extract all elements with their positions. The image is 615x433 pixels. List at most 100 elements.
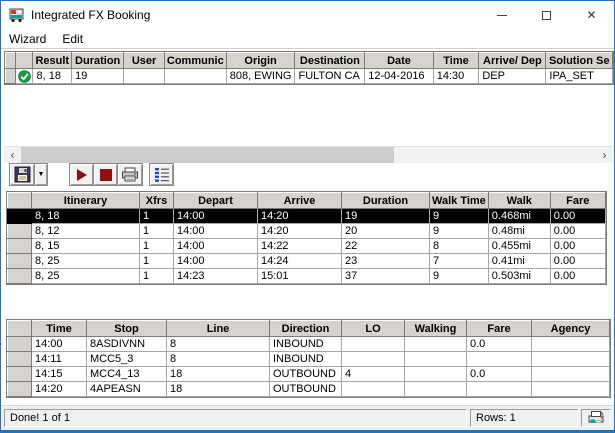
itinerary-row-selected[interactable]: 8, 18 1 14:00 14:20 19 9 0.468mi 0.00	[7, 208, 606, 224]
cell[interactable]	[341, 336, 405, 352]
col-xfrs[interactable]: Xfrs	[139, 192, 174, 209]
solution-row[interactable]: 8, 18 19 808, EWING FULTON CA 12-04-2016…	[5, 68, 613, 84]
cell[interactable]: FULTON CA	[294, 68, 366, 84]
status-col-header[interactable]	[14, 52, 34, 69]
row-selector[interactable]	[7, 268, 32, 284]
run-button[interactable]	[69, 163, 94, 186]
cell[interactable]: 0.00	[549, 208, 606, 224]
print-button[interactable]	[117, 163, 143, 186]
col-walking[interactable]: Walking	[404, 320, 467, 337]
menu-wizard[interactable]: Wizard	[9, 32, 46, 46]
save-button[interactable]	[9, 163, 35, 186]
cell[interactable]: 1	[139, 268, 174, 284]
itinerary-row[interactable]: 8, 25 1 14:00 14:24 23 7 0.41mi 0.00	[7, 253, 606, 269]
cell[interactable]	[341, 381, 405, 397]
cell[interactable]: 8	[429, 238, 489, 254]
cell[interactable]: 808, EWING	[225, 68, 296, 84]
cell[interactable]: 19	[71, 68, 125, 84]
col-arrive[interactable]: Arrive	[257, 192, 342, 209]
cell[interactable]: 14:00	[173, 208, 258, 224]
cell[interactable]: 8, 25	[31, 253, 140, 269]
menu-edit[interactable]: Edit	[62, 32, 83, 46]
cell[interactable]: 8	[166, 351, 270, 367]
cell[interactable]: 0.00	[549, 223, 606, 239]
row-selector-header[interactable]	[5, 52, 16, 69]
cell[interactable]: MCC4_13	[86, 366, 167, 382]
col-agency[interactable]: Agency	[531, 320, 610, 337]
scrollbar-thumb[interactable]	[21, 147, 394, 163]
cell[interactable]: 37	[341, 268, 430, 284]
row-selector[interactable]	[7, 336, 32, 352]
cell[interactable]: 14:15	[31, 366, 87, 382]
cell[interactable]: MCC5_3	[86, 351, 167, 367]
cell[interactable]: 14:20	[31, 381, 87, 397]
col-communic[interactable]: Communic	[163, 52, 227, 69]
cell[interactable]: 1	[139, 208, 174, 224]
cell[interactable]	[404, 336, 467, 352]
stop-row[interactable]: 14:11 MCC5_3 8 INBOUND	[7, 351, 610, 367]
col-stop[interactable]: Stop	[86, 320, 167, 337]
cell[interactable]: 14:00	[173, 238, 258, 254]
cell[interactable]	[531, 366, 610, 382]
col-date[interactable]: Date	[364, 52, 434, 69]
col-direction[interactable]: Direction	[269, 320, 342, 337]
row-selector[interactable]	[7, 366, 32, 382]
col-itinerary[interactable]: Itinerary	[31, 192, 140, 209]
scroll-left-arrow-icon[interactable]: ‹	[4, 147, 21, 163]
cell[interactable]: 8ASDIVNN	[86, 336, 167, 352]
cell[interactable]: OUTBOUND	[269, 381, 342, 397]
cell[interactable]: 1	[139, 223, 174, 239]
row-selector-header[interactable]	[7, 192, 32, 209]
cell[interactable]	[404, 366, 467, 382]
cell[interactable]: 19	[341, 208, 430, 224]
cell[interactable]: 14:22	[257, 238, 342, 254]
cell[interactable]: DEP	[478, 68, 547, 84]
cell[interactable]: 14:23	[173, 268, 258, 284]
stop-row[interactable]: 14:15 MCC4_13 18 OUTBOUND 4 0.0	[7, 366, 610, 382]
cell[interactable]: 0.0	[466, 336, 532, 352]
col-walk-time[interactable]: Walk Time	[429, 192, 489, 209]
cell[interactable]	[123, 68, 165, 84]
row-selector[interactable]	[7, 223, 32, 239]
itinerary-row[interactable]: 8, 15 1 14:00 14:22 22 8 0.455mi 0.00	[7, 238, 606, 254]
row-selector[interactable]	[7, 238, 32, 254]
row-selector[interactable]	[7, 351, 32, 367]
col-arrive-dep[interactable]: Arrive/ Dep	[478, 52, 547, 69]
col-destination[interactable]: Destination	[294, 52, 366, 69]
minimize-button[interactable]	[479, 1, 524, 29]
cell[interactable]	[466, 351, 532, 367]
cell[interactable]: 8	[166, 336, 270, 352]
stop-row[interactable]: 14:20 4APEASN 18 OUTBOUND	[7, 381, 610, 397]
col-duration[interactable]: Duration	[341, 192, 430, 209]
cell[interactable]: 0.00	[549, 268, 606, 284]
horizontal-scrollbar[interactable]: ‹ ›	[4, 146, 613, 163]
col-walk[interactable]: Walk	[487, 192, 551, 209]
row-selector[interactable]	[7, 253, 32, 269]
col-lo[interactable]: LO	[341, 320, 405, 337]
cell[interactable]: INBOUND	[269, 336, 342, 352]
cell[interactable]: INBOUND	[269, 351, 342, 367]
cell[interactable]: 0.00	[549, 253, 606, 269]
cell[interactable]: 14:00	[173, 223, 258, 239]
cell[interactable]: 8, 15	[31, 238, 140, 254]
itinerary-row[interactable]: 8, 12 1 14:00 14:20 20 9 0.48mi 0.00	[7, 223, 606, 239]
col-user[interactable]: User	[123, 52, 165, 69]
cell[interactable]: 12-04-2016	[364, 68, 434, 84]
maximize-button[interactable]	[524, 1, 569, 29]
close-button[interactable]: ✕	[569, 1, 614, 29]
row-selector[interactable]	[7, 208, 32, 224]
cell[interactable]: 4	[341, 366, 405, 382]
cell[interactable]: 0.00	[549, 238, 606, 254]
save-dropdown-button[interactable]: ▼	[34, 163, 48, 186]
col-origin[interactable]: Origin	[225, 52, 296, 69]
cell[interactable]: 20	[341, 223, 430, 239]
col-solution-se[interactable]: Solution Se	[545, 52, 613, 69]
cell[interactable]	[531, 351, 610, 367]
cell[interactable]	[531, 336, 610, 352]
col-time[interactable]: Time	[31, 320, 87, 337]
details-button[interactable]	[149, 163, 174, 186]
cell[interactable]: 8, 18	[31, 208, 140, 224]
cell[interactable]: 8, 25	[31, 268, 140, 284]
cell[interactable]: 1	[139, 238, 174, 254]
status-cell[interactable]	[14, 68, 34, 84]
